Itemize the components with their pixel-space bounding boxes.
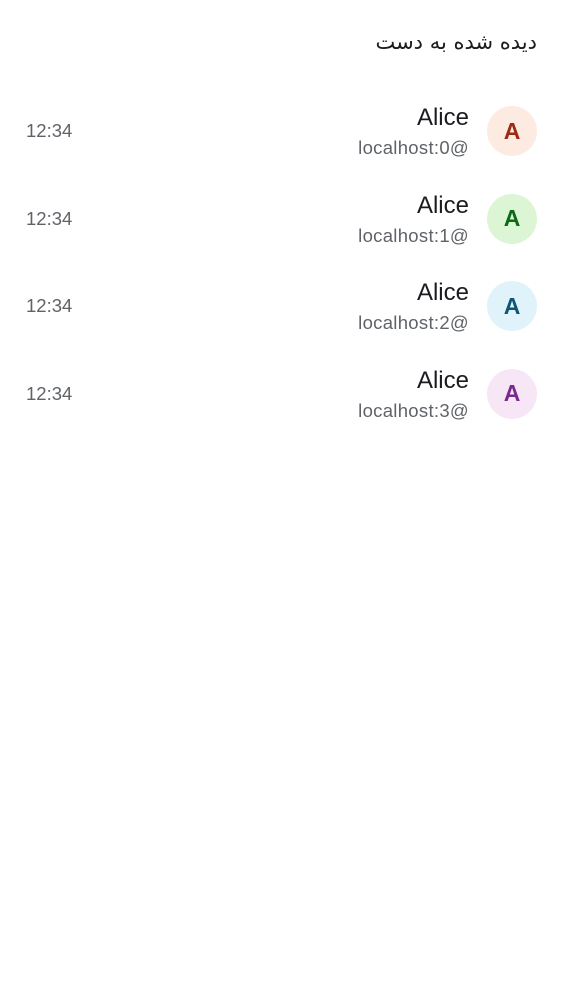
receipt-row[interactable]: A Alice localhost:2@ 12:34 xyxy=(0,262,562,350)
receipt-row[interactable]: A Alice localhost:0@ 12:34 xyxy=(0,87,562,175)
user-address: localhost:1@ xyxy=(358,224,469,246)
user-name: Alice xyxy=(416,104,469,131)
page-title: دیده شده به دست xyxy=(375,30,537,54)
avatar[interactable]: A xyxy=(487,281,537,331)
receipt-time: 12:34 xyxy=(26,295,73,316)
receipt-time: 12:34 xyxy=(26,120,73,141)
receipt-time: 12:34 xyxy=(26,382,73,404)
read-receipts-screen: دیده شده به دست A Alice localhost:0@ 12:… xyxy=(0,0,562,1000)
user-address: localhost:0@ xyxy=(358,137,469,158)
receipt-row[interactable]: A Alice localhost:1@ 12:34 xyxy=(0,175,562,263)
user-name: Alice xyxy=(416,366,469,394)
receipt-row[interactable]: A Alice localhost:3@ 12:34 xyxy=(0,350,562,438)
user-address: localhost:3@ xyxy=(358,399,469,421)
avatar[interactable]: A xyxy=(487,193,537,244)
receipt-list: A Alice localhost:0@ 12:34 A Alice local… xyxy=(0,87,562,437)
receipt-time: 12:34 xyxy=(26,207,73,229)
user-name: Alice xyxy=(416,191,469,219)
user-address: localhost:2@ xyxy=(358,312,469,333)
user-name: Alice xyxy=(416,279,469,306)
avatar[interactable]: A xyxy=(487,106,537,156)
avatar[interactable]: A xyxy=(487,368,537,419)
